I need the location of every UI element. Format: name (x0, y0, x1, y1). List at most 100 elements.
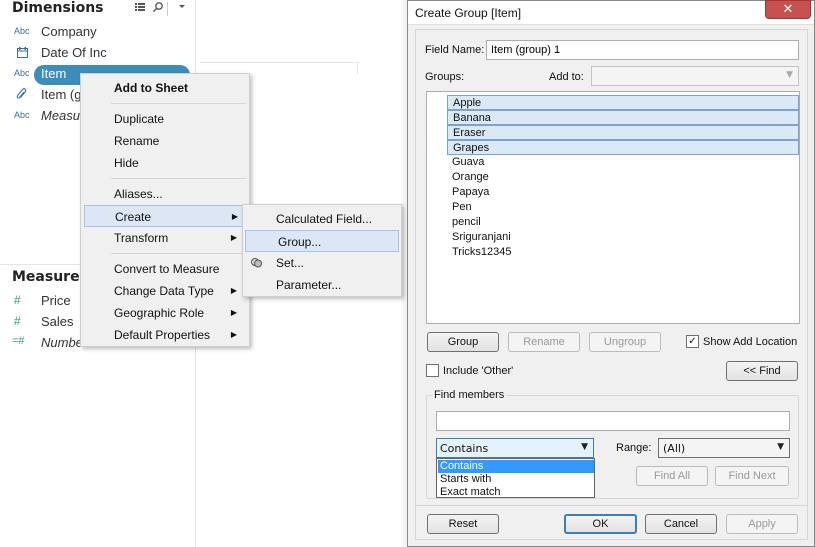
number-type-icon: # (14, 293, 21, 307)
field-name: Measur (41, 108, 85, 123)
range-value: (All) (663, 442, 686, 455)
menu-separator (111, 178, 246, 179)
field-name: Date Of Inc (41, 45, 107, 60)
shelf-divider-v (357, 62, 358, 74)
option-contains[interactable]: Contains (438, 460, 594, 473)
show-add-location-checkbox[interactable]: ✓ (686, 335, 699, 348)
reset-button[interactable]: Reset (427, 514, 499, 534)
group-button[interactable]: Group (427, 332, 499, 352)
members-list[interactable]: Apple Banana Eraser Grapes Guava Orange Papaya… (426, 91, 800, 324)
field-name-input[interactable] (486, 40, 799, 60)
match-mode-options: Contains Starts with Exact match (436, 458, 595, 498)
dimensions-title: Dimensions (12, 0, 104, 16)
search-icon[interactable] (151, 1, 165, 15)
calendar-icon (17, 47, 28, 61)
submenu-arrow-icon: ▶ (230, 286, 237, 295)
ungroup-button[interactable]: Ungroup (589, 332, 661, 352)
dimension-field-date-of-inc[interactable]: Date Of Inc (0, 43, 195, 64)
menu-item-calculated-field[interactable]: Calculated Field... (243, 208, 401, 230)
add-to-dropdown[interactable]: ▼ (591, 66, 799, 86)
rename-button[interactable]: Rename (508, 332, 580, 352)
string-type-icon: Abc (14, 68, 30, 78)
submenu-arrow-icon: ▶ (230, 330, 237, 339)
create-submenu: Calculated Field... Group... Set... Para… (242, 204, 402, 297)
string-type-icon: Abc (14, 26, 30, 36)
calculated-number-icon: =# (12, 335, 25, 347)
option-exact-match[interactable]: Exact match (438, 486, 594, 499)
submenu-arrow-icon: ▶ (230, 233, 237, 242)
find-next-button[interactable]: Find Next (715, 466, 789, 486)
menu-item-parameter[interactable]: Parameter... (243, 274, 401, 296)
menu-item-label: Create (115, 210, 152, 224)
footer-divider (416, 505, 808, 506)
menu-item-default-properties[interactable]: Default Properties ▶ (81, 324, 249, 346)
menu-item-geographic-role[interactable]: Geographic Role ▶ (81, 302, 249, 324)
menu-item-create[interactable]: Create ▶ (84, 205, 246, 227)
field-name-label: Field Name: (425, 44, 485, 56)
member-list-item[interactable]: Pen (447, 200, 799, 215)
find-all-button[interactable]: Find All (636, 466, 708, 486)
menu-separator (111, 103, 246, 104)
field-name: Item (41, 66, 67, 81)
range-label: Range: (616, 442, 652, 454)
field-context-menu: Add to Sheet Duplicate Rename Hide Alias… (80, 73, 250, 347)
number-type-icon: # (14, 314, 21, 328)
add-to-label: Add to: (549, 71, 584, 83)
pane-menu-chevron-down-icon[interactable] (175, 1, 189, 15)
menu-item-transform[interactable]: Transform ▶ (81, 227, 249, 249)
menu-item-hide[interactable]: Hide (81, 152, 249, 174)
find-input[interactable] (436, 411, 790, 431)
close-button[interactable]: ✕ (765, 0, 811, 19)
menu-item-change-data-type[interactable]: Change Data Type ▶ (81, 280, 249, 302)
field-name: Price (41, 293, 71, 308)
submenu-arrow-icon: ▶ (230, 308, 237, 317)
find-toggle-button[interactable]: << Find (726, 361, 798, 381)
menu-item-aliases[interactable]: Aliases... (81, 183, 249, 205)
member-list-item[interactable]: Apple (447, 95, 799, 110)
member-list-item[interactable]: Eraser (447, 125, 799, 140)
dialog-title: Create Group [Item] (415, 6, 522, 20)
show-add-location-label: Show Add Location (703, 336, 798, 348)
option-starts-with[interactable]: Starts with (438, 473, 594, 486)
member-list-item[interactable]: Papaya (447, 185, 799, 200)
include-other-checkbox[interactable] (426, 364, 439, 377)
menu-separator (111, 253, 246, 254)
apply-button[interactable]: Apply (726, 514, 798, 534)
submenu-arrow-icon: ▶ (231, 212, 238, 221)
ok-button[interactable]: OK (564, 514, 637, 534)
member-list-item[interactable]: Guava (447, 155, 799, 170)
menu-item-set[interactable]: Set... (243, 252, 401, 274)
member-list-item[interactable]: Sriguranjani (447, 230, 799, 245)
member-list-item[interactable]: Grapes (447, 140, 799, 155)
set-icon (250, 255, 264, 269)
menu-item-label: Transform (114, 231, 169, 245)
menu-item-label: Set... (276, 256, 305, 270)
include-other-label: Include 'Other' (443, 365, 514, 377)
member-list-item[interactable]: Banana (447, 110, 799, 125)
menu-item-duplicate[interactable]: Duplicate (81, 108, 249, 130)
range-dropdown[interactable]: (All) ▼ (658, 438, 790, 458)
string-type-icon: Abc (14, 110, 30, 120)
menu-item-label: Default Properties (114, 328, 211, 342)
member-list-item[interactable]: Tricks12345 (447, 245, 799, 260)
field-name: Numbe (41, 335, 83, 350)
menu-item-label: Change Data Type (114, 284, 214, 298)
find-members-label: Find members (432, 389, 507, 401)
menu-item-rename[interactable]: Rename (81, 130, 249, 152)
menu-item-label: Geographic Role (114, 306, 205, 320)
cancel-button[interactable]: Cancel (645, 514, 717, 534)
member-list-item[interactable]: Orange (447, 170, 799, 185)
view-list-icon[interactable] (133, 1, 147, 15)
menu-item-add-to-sheet[interactable]: Add to Sheet (81, 77, 249, 99)
dimension-field-company[interactable]: Abc Company (0, 22, 195, 43)
menu-item-convert-to-measure[interactable]: Convert to Measure (81, 258, 249, 280)
chevron-down-icon: ▼ (786, 70, 793, 80)
field-name: Company (41, 24, 97, 39)
header-divider (167, 2, 168, 16)
field-name: Sales (41, 314, 74, 329)
menu-item-group[interactable]: Group... (245, 230, 399, 252)
paperclip-icon (16, 88, 27, 104)
chevron-down-icon: ▼ (581, 442, 588, 452)
member-list-item[interactable]: pencil (447, 215, 799, 230)
match-mode-dropdown[interactable]: Contains ▼ (436, 438, 594, 458)
